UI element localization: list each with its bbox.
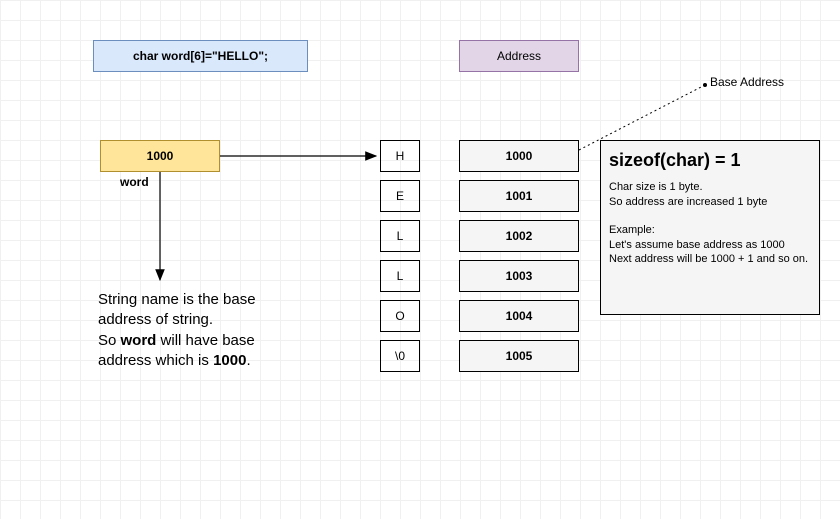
pointer-name-label: word: [120, 175, 149, 189]
note-line3: Let's assume base address as 1000: [609, 238, 811, 252]
declaration-box: char word[6]="HELLO";: [93, 40, 308, 72]
note-title: sizeof(char) = 1: [609, 149, 811, 172]
char-cell-0: H: [380, 140, 420, 172]
explanation-addr-bold: 1000: [213, 352, 246, 369]
char-cell-4: O: [380, 300, 420, 332]
addr-cell-2: 1002: [459, 220, 579, 252]
address-column-header: Address: [459, 40, 579, 72]
addr-cell-1: 1001: [459, 180, 579, 212]
explanation-word-bold: word: [121, 332, 157, 349]
explanation-part2a: So: [98, 332, 121, 349]
char-cell-5: \0: [380, 340, 420, 372]
char-cell-3: L: [380, 260, 420, 292]
explanation-part1: String name is the base address of strin…: [98, 291, 256, 328]
char-cell-1: E: [380, 180, 420, 212]
note-line4: Next address will be 1000 + 1 and so on.: [609, 252, 811, 266]
addr-cell-3: 1003: [459, 260, 579, 292]
char-cell-2: L: [380, 220, 420, 252]
explanation-text: String name is the base address of strin…: [98, 290, 298, 371]
note-example-header: Example:: [609, 223, 811, 237]
base-address-label: Base Address: [710, 75, 784, 89]
pointer-value-box: 1000: [100, 140, 220, 172]
sizeof-note-box: sizeof(char) = 1 Char size is 1 byte. So…: [600, 140, 820, 315]
addr-cell-4: 1004: [459, 300, 579, 332]
note-line2: So address are increased 1 byte: [609, 195, 811, 209]
addr-cell-5: 1005: [459, 340, 579, 372]
note-line1: Char size is 1 byte.: [609, 180, 811, 194]
addr-cell-0: 1000: [459, 140, 579, 172]
explanation-part2c: .: [246, 352, 250, 369]
